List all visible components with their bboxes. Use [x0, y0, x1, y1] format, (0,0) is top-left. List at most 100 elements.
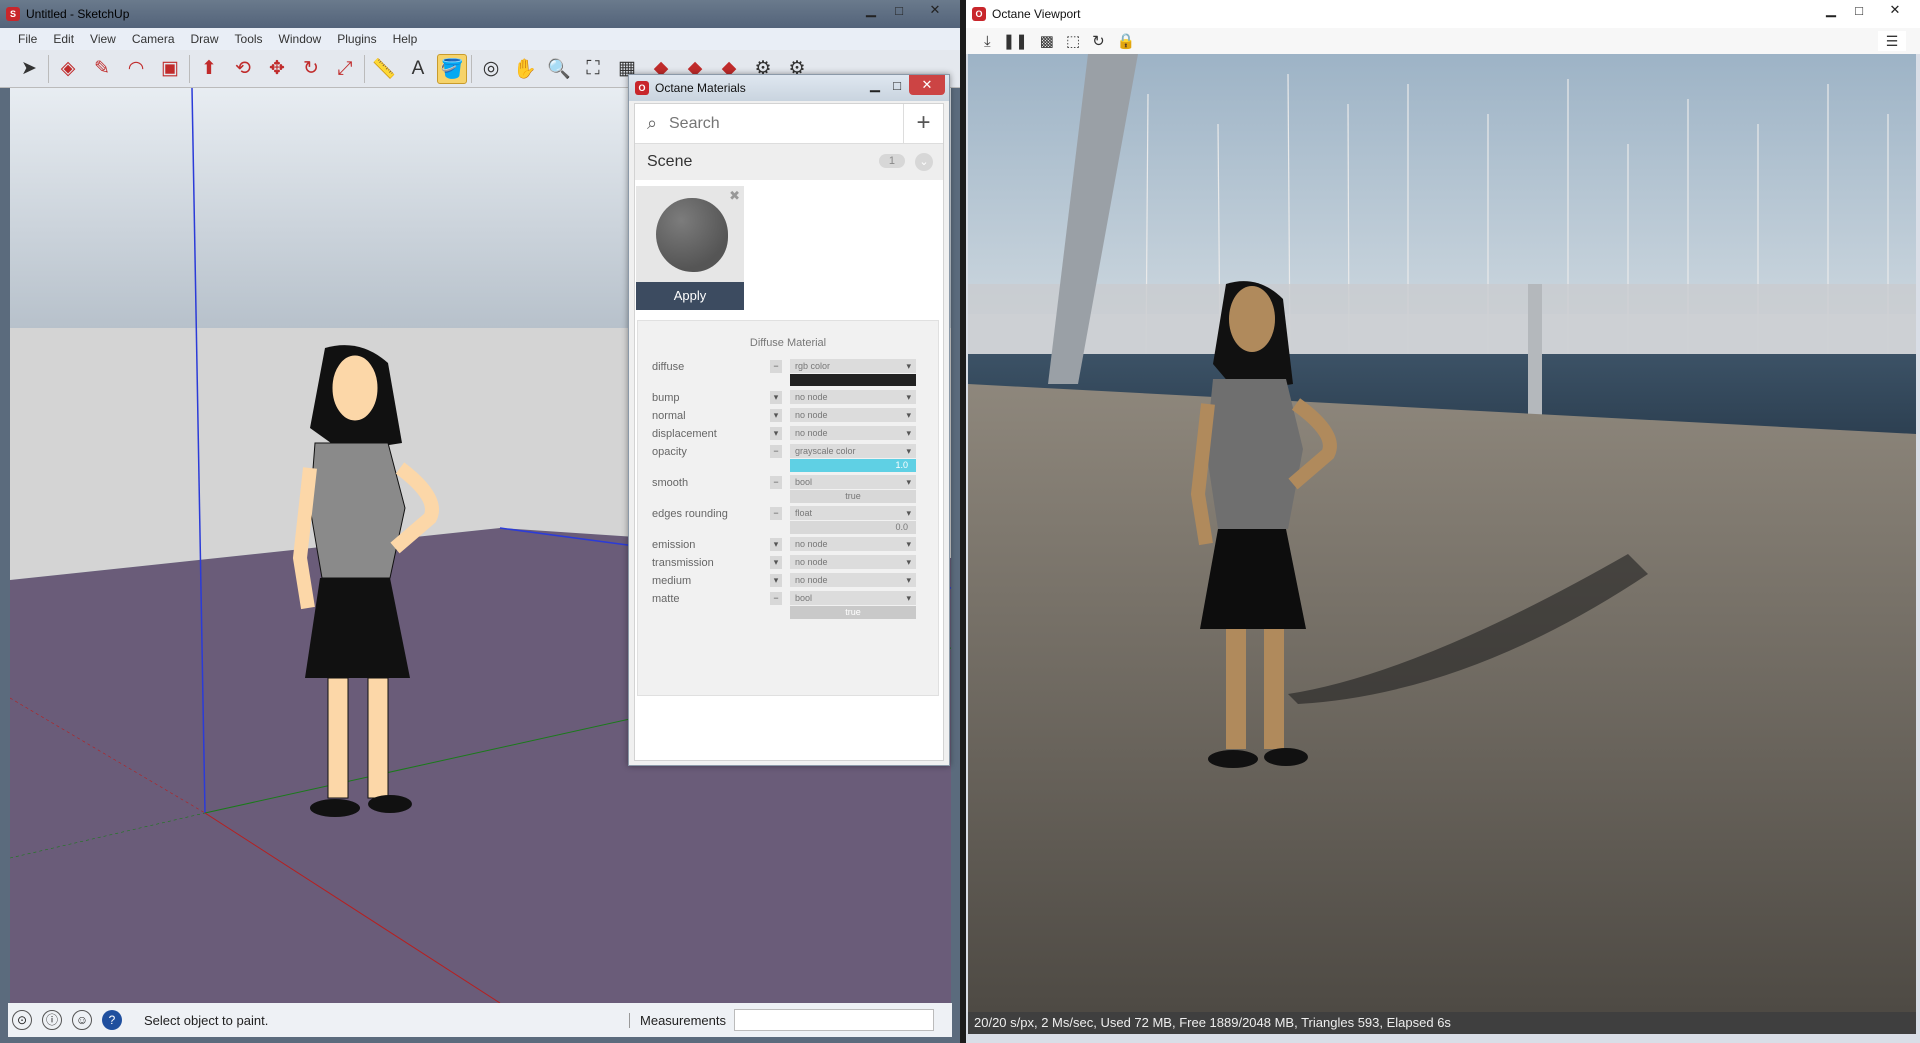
expand-icon[interactable]: ▾: [770, 409, 782, 422]
menu-help[interactable]: Help: [385, 32, 426, 46]
expand-icon[interactable]: ▾: [770, 391, 782, 404]
material-preview-sphere: [656, 198, 728, 272]
maximize-icon[interactable]: □: [886, 0, 912, 20]
menu-window[interactable]: Window: [271, 32, 330, 46]
scale-icon[interactable]: ⤢: [330, 54, 360, 84]
materials-title: Octane Materials: [655, 81, 746, 95]
maximize-icon[interactable]: □: [887, 75, 907, 95]
push-pull-icon[interactable]: ⬆: [194, 54, 224, 84]
node-type-select[interactable]: grayscale color: [790, 444, 916, 458]
select-tool-icon[interactable]: ➤: [14, 54, 44, 84]
node-type-select[interactable]: no node: [790, 408, 916, 422]
node-type-select[interactable]: rgb color: [790, 359, 916, 373]
expand-icon[interactable]: ▾: [770, 574, 782, 587]
viewport-title: Octane Viewport: [992, 7, 1081, 21]
menu-tools[interactable]: Tools: [227, 32, 271, 46]
pause-icon[interactable]: ❚❚: [1003, 32, 1028, 50]
arc-icon[interactable]: ◠: [121, 54, 151, 84]
collapse-icon[interactable]: −: [770, 592, 782, 605]
text-tool-icon[interactable]: A: [403, 54, 433, 84]
opacity-slider[interactable]: 1.0: [790, 459, 916, 472]
search-input[interactable]: [669, 114, 899, 133]
color-swatch[interactable]: [790, 374, 916, 386]
pencil-icon[interactable]: ✎: [87, 54, 117, 84]
paint-bucket-icon[interactable]: 🪣: [437, 53, 467, 84]
menu-view[interactable]: View: [82, 32, 124, 46]
credits-icon[interactable]: ⓘ: [42, 1010, 62, 1030]
sketchup-logo-icon: S: [6, 7, 20, 21]
menu-edit[interactable]: Edit: [45, 32, 82, 46]
maximize-icon[interactable]: □: [1846, 0, 1872, 20]
collapse-icon[interactable]: −: [770, 507, 782, 520]
minimize-icon[interactable]: ▁: [1818, 0, 1844, 20]
collapse-icon[interactable]: −: [770, 360, 782, 373]
lock-icon[interactable]: 🔒: [1117, 32, 1136, 50]
expand-icon[interactable]: ▾: [770, 538, 782, 551]
zoom-extents-icon[interactable]: ⛶: [578, 54, 608, 84]
viewport-titlebar: O Octane Viewport ▁ □ ✕: [966, 0, 1920, 28]
menu-plugins[interactable]: Plugins: [329, 32, 384, 46]
search-bar: ⌕ +: [635, 103, 943, 144]
node-type-select[interactable]: bool: [790, 591, 916, 605]
apply-button[interactable]: Apply: [636, 282, 744, 310]
region-render-icon[interactable]: ▩: [1040, 32, 1054, 50]
user-icon[interactable]: ☺: [72, 1010, 92, 1030]
toolbar-separator: [48, 54, 49, 83]
node-type-select[interactable]: float: [790, 506, 916, 520]
follow-me-icon[interactable]: ⟲: [228, 54, 258, 84]
rotate-icon[interactable]: ↻: [296, 54, 326, 84]
materials-titlebar: O Octane Materials ▁ □ ✕: [629, 75, 949, 101]
node-type-select[interactable]: bool: [790, 475, 916, 489]
remove-material-icon[interactable]: ✖: [729, 188, 740, 204]
bool-value[interactable]: true: [790, 606, 916, 619]
crop-icon[interactable]: ⬚: [1066, 32, 1080, 50]
save-render-icon[interactable]: ⤓: [984, 33, 991, 50]
eraser-icon[interactable]: ◈: [53, 54, 83, 84]
hamburger-menu-icon[interactable]: ☰: [1878, 31, 1906, 51]
status-text: Select object to paint.: [144, 1012, 269, 1028]
octane-logo-icon: O: [972, 7, 986, 21]
node-type-select[interactable]: no node: [790, 573, 916, 587]
restart-icon[interactable]: ↻: [1092, 32, 1105, 50]
expand-icon[interactable]: ▾: [770, 556, 782, 569]
orbit-icon[interactable]: ◎: [476, 54, 506, 84]
sketchup-statusbar: ⊙ ⓘ ☺ ? Select object to paint. Measurem…: [8, 1003, 952, 1037]
close-icon[interactable]: ✕: [1874, 0, 1916, 20]
node-type-select[interactable]: no node: [790, 426, 916, 440]
minimize-icon[interactable]: ▁: [858, 0, 884, 20]
geo-location-icon[interactable]: ⊙: [12, 1010, 32, 1030]
add-material-button[interactable]: +: [903, 103, 943, 144]
toolbar-separator: [471, 54, 472, 83]
rectangle-icon[interactable]: ▣: [155, 54, 185, 84]
sketchup-titlebar: S Untitled - SketchUp ▁ □ ✕: [0, 0, 960, 28]
sketchup-title: Untitled - SketchUp: [26, 7, 130, 21]
node-type-select[interactable]: no node: [790, 555, 916, 569]
menu-draw[interactable]: Draw: [183, 32, 227, 46]
octane-viewport-window: O Octane Viewport ▁ □ ✕ ⤓ ❚❚ ▩ ⬚ ↻ 🔒 ☰ 2…: [966, 0, 1920, 1043]
measurements-label: Measurements: [629, 1012, 726, 1028]
menu-camera[interactable]: Camera: [124, 32, 183, 46]
collapse-icon[interactable]: −: [770, 476, 782, 489]
measurements-input[interactable]: [734, 1009, 934, 1031]
collapse-icon[interactable]: −: [770, 445, 782, 458]
zoom-icon[interactable]: 🔍: [544, 54, 574, 84]
pan-icon[interactable]: ✋: [510, 54, 540, 84]
toolbar-separator: [364, 54, 365, 83]
move-icon[interactable]: ✥: [262, 54, 292, 84]
help-icon[interactable]: ?: [102, 1010, 122, 1030]
close-icon[interactable]: ✕: [914, 0, 956, 20]
tape-measure-icon[interactable]: 📏: [369, 54, 399, 84]
node-type-select[interactable]: no node: [790, 537, 916, 551]
bool-value[interactable]: true: [790, 490, 916, 503]
close-icon[interactable]: ✕: [909, 75, 945, 95]
menu-file[interactable]: File: [10, 32, 45, 46]
scene-header[interactable]: Scene 1 ⌄: [635, 144, 943, 180]
render-image[interactable]: [968, 54, 1916, 1012]
octane-logo-icon: O: [635, 81, 649, 95]
viewport-toolbar: ⤓ ❚❚ ▩ ⬚ ↻ 🔒 ☰: [966, 28, 1920, 54]
chevron-down-icon[interactable]: ⌄: [915, 153, 933, 171]
minimize-icon[interactable]: ▁: [865, 75, 885, 95]
node-type-select[interactable]: no node: [790, 390, 916, 404]
float-value[interactable]: 0.0: [790, 521, 916, 534]
expand-icon[interactable]: ▾: [770, 427, 782, 440]
